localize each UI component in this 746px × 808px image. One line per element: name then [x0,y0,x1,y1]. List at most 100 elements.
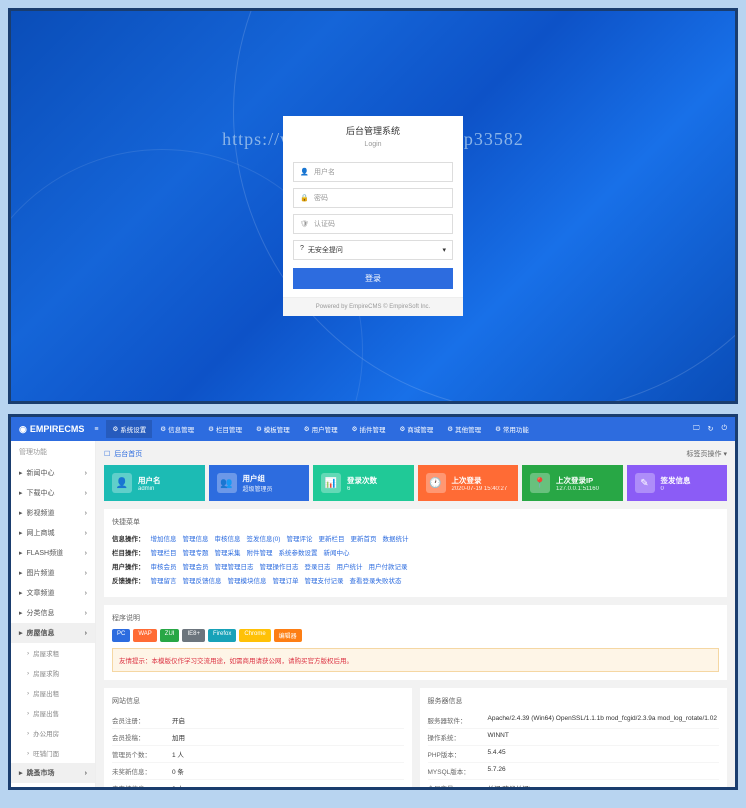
topnav-item-2[interactable]: ⚙栏目管理 [202,420,248,438]
topnav-item-7[interactable]: ⚙其他管理 [441,420,487,438]
tab-home[interactable]: ☐ 后台首页 [104,449,142,459]
side-label: 分类信息 [27,608,55,618]
stat-icon: 👤 [112,473,132,493]
badge-编辑器: 编辑器 [274,629,302,642]
username-input[interactable]: 👤 用户名 [293,162,453,182]
tab-close-icon[interactable]: ☐ [104,450,110,458]
quick-link[interactable]: 管理采集 [215,547,241,557]
quick-link[interactable]: 管理操作日志 [260,561,299,571]
stat-icon: ✎ [635,473,655,493]
quick-link[interactable]: 管理留言 [151,575,177,585]
sidebar-item-2[interactable]: ▸ 影视频道› [11,503,95,523]
quick-link[interactable]: 管理管理日志 [215,561,254,571]
quick-link[interactable]: 签发信息(0) [247,533,281,543]
quick-link[interactable]: 用户统计 [337,561,363,571]
quick-link[interactable]: 用户付款记录 [369,561,408,571]
info-row: 会员投稿：加用 [112,729,404,746]
nav-icon: ⚙ [112,425,118,433]
server-info-title: 服务器信息 [428,696,720,706]
quick-link[interactable]: 增加信息 [151,533,177,543]
info-value: 加用 [172,732,404,742]
lock-icon: 🔒 [300,194,310,202]
topbar: ◉ EMPIRECMS ≡ ⚙系统设置⚙信息管理⚙栏目管理⚙模板管理⚙用户管理⚙… [11,417,735,441]
quick-link[interactable]: 审核信息 [215,533,241,543]
code-input[interactable]: 🛡 认证码 [293,214,453,234]
sidebar-item-16[interactable]: › 电脑配件 [11,783,95,787]
sidebar-item-0[interactable]: ▸ 新闻中心› [11,463,95,483]
menu-icon[interactable]: ≡ [94,426,98,433]
chevron-icon: › [85,610,87,617]
chevron-icon: › [85,590,87,597]
sidebar-item-7[interactable]: ▸ 分类信息 › [11,603,95,623]
monitor-icon[interactable]: 🖵 [693,425,700,433]
sidebar-item-12[interactable]: › 房屋出售 [11,703,95,723]
info-value: 5.4.45 [488,749,720,759]
stat-title: 上次登录IP [556,475,599,486]
quick-link[interactable]: 查看登录失败状态 [350,575,402,585]
topnav-item-1[interactable]: ⚙信息管理 [154,420,200,438]
sidebar-item-8[interactable]: ▸ 房屋信息› [11,623,95,643]
sidebar-item-4[interactable]: ▸ FLASH频道› [11,543,95,563]
quick-link[interactable]: 管理模块信息 [228,575,267,585]
quick-link[interactable]: 系统参数设置 [279,547,318,557]
tab-actions[interactable]: 标签页操作 ▾ [687,449,727,459]
user-icon: 👤 [300,168,310,176]
refresh-icon[interactable]: ↻ [708,425,714,433]
warning-box: 友情提示：本模版仅作学习交流用途，如需商用请获公网，请购买官方版权后用。 [112,648,719,672]
quick-link[interactable]: 管理订单 [273,575,299,585]
security-select[interactable]: ?无安全提问 ▾ [293,240,453,260]
sidebar-item-9[interactable]: › 房屋求租 [11,643,95,663]
quick-link[interactable]: 管理栏目 [151,547,177,557]
side-label: 房屋出租 [33,688,59,698]
quick-link[interactable]: 管理信息 [183,533,209,543]
quick-link[interactable]: 管理反馈信息 [183,575,222,585]
side-label: FLASH频道 [27,548,64,558]
sidebar-item-13[interactable]: › 办公用房 [11,723,95,743]
info-row: 未奖新信息：0 条 [112,763,404,780]
topnav-item-5[interactable]: ⚙插件管理 [346,420,392,438]
login-footer: Powered by EmpireCMS © EmpireSoft Inc. [283,297,463,316]
sidebar-item-1[interactable]: ▸ 下载中心› [11,483,95,503]
side-icon: ▸ [19,609,23,617]
info-row: 未审核信息：0 人 [112,780,404,787]
sidebar-item-5[interactable]: ▸ 图片频道› [11,563,95,583]
nav-icon: ⚙ [495,425,501,433]
quick-link[interactable]: 管理支付记录 [305,575,344,585]
stat-card-4: 📍上次登录IP127.0.0.1:51160 [522,465,623,501]
quick-link[interactable]: 管理会员 [183,561,209,571]
shield-icon: 🛡 [300,220,310,228]
badge-ie8+: IE8+ [182,629,205,642]
topnav-item-8[interactable]: ⚙常用功能 [489,420,535,438]
sidebar-item-15[interactable]: ▸ 跳蚤市场› [11,763,95,783]
topnav-item-4[interactable]: ⚙用户管理 [298,420,344,438]
quick-link[interactable]: 附件管理 [247,547,273,557]
info-value: Apache/2.4.39 (Win64) OpenSSL/1.1.1b mod… [488,715,720,725]
side-label: 影视频道 [27,508,55,518]
quick-link[interactable]: 管理评论 [286,533,312,543]
info-value: 5.7.26 [488,766,720,776]
info-key: 操作系统： [428,732,488,742]
topnav-item-6[interactable]: ⚙商城管理 [393,420,439,438]
sidebar-item-3[interactable]: ▸ 网上商城› [11,523,95,543]
side-label: 新闻中心 [27,468,55,478]
quick-link[interactable]: 管理专题 [183,547,209,557]
quick-link[interactable]: 登录日志 [305,561,331,571]
side-icon: ▸ [19,569,23,577]
login-box: 后台管理系统 Login 👤 用户名 🔒 密码 🛡 认证码 ?无安全提问 ▾ [283,116,463,316]
sidebar-item-6[interactable]: ▸ 文章频道› [11,583,95,603]
sidebar-item-14[interactable]: › 旺铺门面 [11,743,95,763]
chevron-icon: › [85,530,87,537]
stat-icon: 👥 [217,473,237,493]
topnav-item-3[interactable]: ⚙模板管理 [250,420,296,438]
password-input[interactable]: 🔒 密码 [293,188,453,208]
topnav-item-0[interactable]: ⚙系统设置 [106,420,152,438]
quick-link[interactable]: 数据统计 [382,533,408,543]
quick-link[interactable]: 更新栏目 [318,533,344,543]
sidebar-item-11[interactable]: › 房屋出租 [11,683,95,703]
quick-link[interactable]: 更新首页 [350,533,376,543]
quick-link[interactable]: 审核会员 [151,561,177,571]
power-icon[interactable]: ⏻ [721,425,727,433]
sidebar-item-10[interactable]: › 房屋求购 [11,663,95,683]
quick-link[interactable]: 新闻中心 [324,547,350,557]
login-button[interactable]: 登录 [293,268,453,289]
